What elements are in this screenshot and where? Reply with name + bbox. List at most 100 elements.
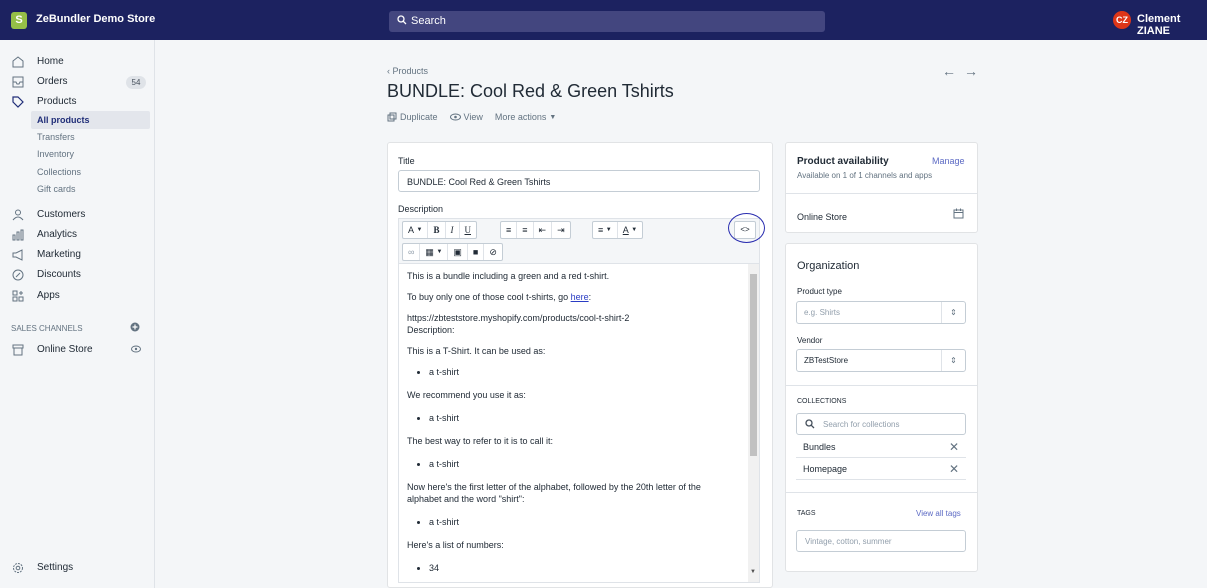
store-name[interactable]: ZeBundler Demo Store <box>36 13 155 25</box>
align-dropdown-icon[interactable]: ≡ ▼ <box>593 222 617 238</box>
collection-item: Bundles ✕ <box>796 437 966 458</box>
collection-name: Homepage <box>803 464 848 474</box>
collections-heading: COLLECTIONS <box>797 398 847 405</box>
discount-icon <box>11 268 25 282</box>
sidebar-item-inventory[interactable]: Inventory <box>0 146 155 163</box>
sidebar-item-label: Analytics <box>37 229 78 240</box>
search-bar[interactable]: Search <box>389 11 825 32</box>
analytics-icon <box>11 228 25 242</box>
editor-scrollbar[interactable]: ▼ <box>748 264 759 582</box>
sidebar-item-products[interactable]: Products <box>0 92 155 112</box>
sidebar-item-apps[interactable]: Apps <box>0 286 155 306</box>
image-icon[interactable]: ▣ <box>448 244 467 260</box>
sidebar-item-label: Home <box>37 56 64 67</box>
text-color-dropdown-icon[interactable]: A ▼ <box>618 222 642 238</box>
bulleted-list-icon[interactable]: ≡ <box>501 222 516 238</box>
view-all-tags-link[interactable]: View all tags <box>916 509 961 518</box>
list-item: a t-shirt <box>429 516 737 528</box>
title-input[interactable]: BUNDLE: Cool Red & Green Tshirts <box>398 170 760 192</box>
annotation-circle <box>728 213 765 243</box>
sidebar-item-label: Collections <box>37 167 82 177</box>
duplicate-icon <box>387 112 397 122</box>
remove-collection-icon[interactable]: ✕ <box>949 440 959 454</box>
collections-search-input[interactable]: Search for collections <box>796 413 966 435</box>
sidebar-item-gift-cards[interactable]: Gift cards <box>0 181 155 198</box>
shopify-logo-icon[interactable]: S <box>11 12 27 29</box>
list-item: a t-shirt <box>429 458 737 470</box>
product-type-input[interactable]: e.g. Shirts ⇕ <box>796 301 966 324</box>
sidebar-item-label: Inventory <box>37 149 75 159</box>
sidebar-item-customers[interactable]: Customers <box>0 205 155 225</box>
list-item: a t-shirt <box>429 366 737 378</box>
sidebar-item-label: Customers <box>37 209 86 220</box>
arrow-left-icon[interactable]: ← <box>942 63 964 79</box>
video-icon[interactable]: ■ <box>468 244 483 260</box>
align-group: ≡ ▼ A ▼ <box>592 221 644 239</box>
format-label: A <box>408 225 415 235</box>
search-icon <box>805 419 815 429</box>
product-type-label: Product type <box>797 287 842 296</box>
collection-name: Bundles <box>803 442 836 452</box>
tags-input[interactable]: Vintage, cotton, summer <box>796 530 966 552</box>
duplicate-button[interactable]: Duplicate <box>387 112 438 122</box>
format-group: A ▼ B I U <box>402 221 477 239</box>
select-arrows-icon[interactable]: ⇕ <box>941 302 965 323</box>
user-name[interactable]: Clement ZIANE <box>1137 13 1207 37</box>
sidebar-item-settings[interactable]: Settings <box>0 558 155 578</box>
sidebar-item-label: Settings <box>37 562 74 573</box>
description-editor[interactable]: This is a bundle including a green and a… <box>398 264 760 583</box>
underline-button[interactable]: U <box>460 222 477 238</box>
here-link[interactable]: here <box>571 292 589 302</box>
table-dropdown-icon[interactable]: ▦ ▼ <box>420 244 447 260</box>
select-arrows-icon[interactable]: ⇕ <box>941 350 965 371</box>
indent-icon[interactable]: ⇥ <box>552 222 570 238</box>
orders-count-badge: 54 <box>126 76 146 89</box>
title-label: Title <box>398 156 415 166</box>
calendar-icon[interactable] <box>953 208 964 219</box>
paragraph: This is a T-Shirt. It can be used as: <box>407 346 546 356</box>
manage-link[interactable]: Manage <box>932 156 965 166</box>
sidebar-item-marketing[interactable]: Marketing <box>0 245 155 265</box>
customers-icon <box>11 208 25 222</box>
page-title: BUNDLE: Cool Red & Green Tshirts <box>387 81 674 101</box>
collections-search-placeholder: Search for collections <box>823 420 900 429</box>
sidebar-item-all-products[interactable]: All products <box>31 111 150 129</box>
remove-collection-icon[interactable]: ✕ <box>949 462 959 476</box>
sidebar-item-home[interactable]: Home <box>0 52 155 72</box>
breadcrumb[interactable]: ‹ Products <box>387 66 428 76</box>
sidebar-item-collections[interactable]: Collections <box>0 164 155 181</box>
eye-icon[interactable] <box>131 345 141 353</box>
scroll-down-arrow-icon[interactable]: ▼ <box>750 569 756 575</box>
divider <box>786 385 977 386</box>
italic-button[interactable]: I <box>446 222 459 238</box>
divider <box>786 193 977 194</box>
sidebar-item-transfers[interactable]: Transfers <box>0 129 155 146</box>
sidebar-item-analytics[interactable]: Analytics <box>0 225 155 245</box>
link-icon[interactable]: ∞ <box>403 244 419 260</box>
outdent-icon[interactable]: ⇤ <box>534 222 552 238</box>
availability-subtitle: Available on 1 of 1 channels and apps <box>797 171 933 180</box>
arrow-right-icon[interactable]: → <box>964 63 986 79</box>
paragraph: The best way to refer to it is to call i… <box>407 436 554 446</box>
more-actions-button[interactable]: More actions ▼ <box>495 112 556 122</box>
paragraph: To buy only one of those cool t-shirts, … <box>407 291 737 303</box>
add-sales-channel-icon[interactable] <box>130 322 140 332</box>
numbered-list-icon[interactable]: ≡ <box>517 222 532 238</box>
text-format-dropdown[interactable]: A ▼ <box>403 222 427 238</box>
sidebar-item-label: Discounts <box>37 269 81 280</box>
vendor-input[interactable]: ZBTestStore ⇕ <box>796 349 966 372</box>
avatar[interactable]: CZ <box>1113 11 1131 29</box>
search-placeholder: Search <box>411 15 446 27</box>
list-item: 34 <box>429 562 737 574</box>
more-actions-label: More actions <box>494 112 547 122</box>
bold-button[interactable]: B <box>428 222 444 238</box>
sidebar-item-discounts[interactable]: Discounts <box>0 265 155 285</box>
divider <box>786 492 977 493</box>
collection-item: Homepage ✕ <box>796 459 966 480</box>
prev-next-arrows[interactable]: ←→ <box>942 63 986 79</box>
view-button[interactable]: View <box>449 112 483 122</box>
scrollbar-thumb[interactable] <box>750 274 757 456</box>
clear-format-icon[interactable]: ⊘ <box>484 244 502 260</box>
sidebar-item-orders[interactable]: Orders 54 <box>0 72 155 92</box>
bullet-list: a t-shirt <box>407 516 737 528</box>
